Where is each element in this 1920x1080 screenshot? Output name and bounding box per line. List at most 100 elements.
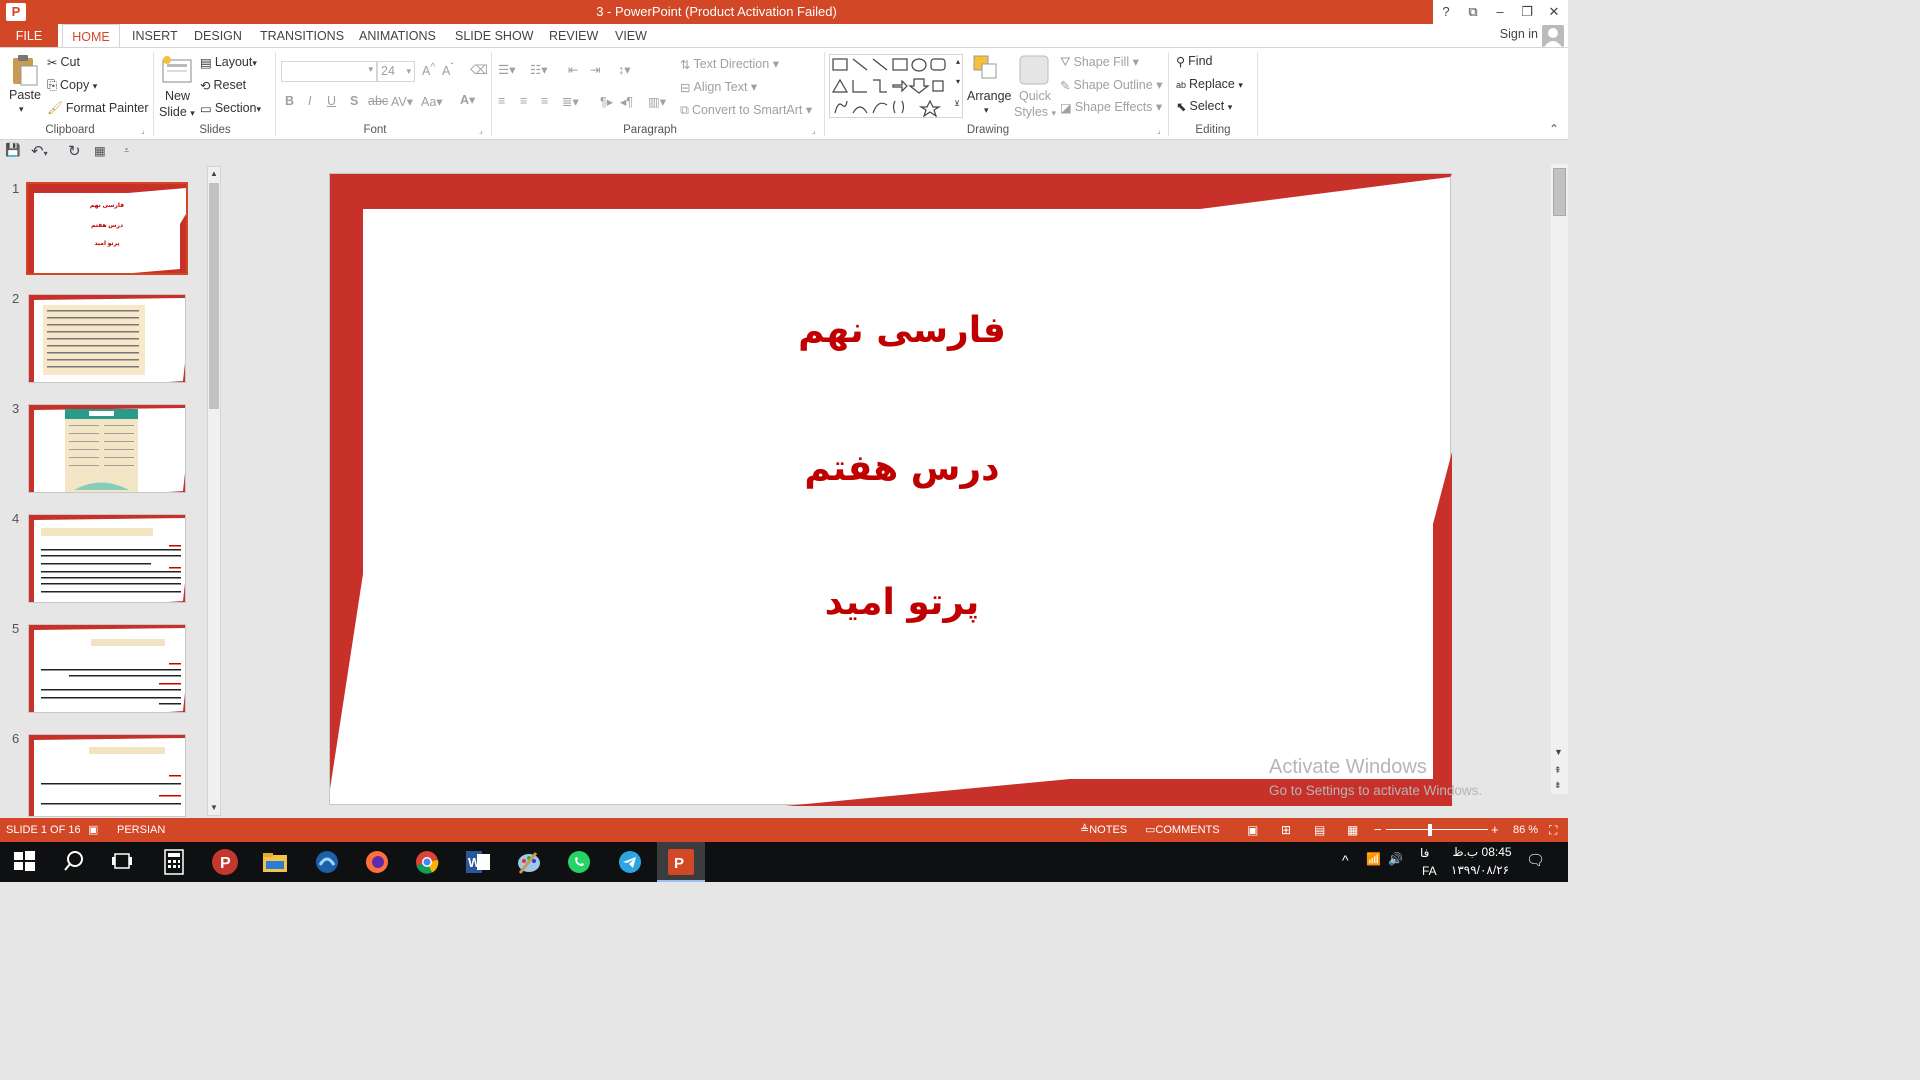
normal-view-icon[interactable]: ▣ [1247,818,1258,842]
slide-title-line-2[interactable]: درس هفتم [752,448,1052,489]
thumbnail-slide-5[interactable] [28,624,186,713]
gallery-more-icon[interactable]: ⊻ [954,99,960,108]
help-button[interactable]: ? [1433,0,1459,24]
keyboard-language-short[interactable]: فا [1420,846,1429,860]
word-icon[interactable]: W [465,849,491,875]
new-slide-dropdown-icon[interactable]: ▾ [190,108,195,118]
quick-styles-label-2[interactable]: Styles ▾ [1014,105,1056,119]
copy-button[interactable]: ⎘ Copy ▾ [47,78,97,93]
paste-label[interactable]: Paste [9,88,41,102]
tab-review[interactable]: REVIEW [541,24,606,48]
search-icon[interactable] [62,849,88,875]
font-launcher-icon[interactable]: ⌟ [479,126,483,135]
align-center-icon[interactable]: ≡ [520,94,527,108]
font-size-combo[interactable]: 24 ▾ [377,61,415,82]
font-size-dropdown-icon[interactable]: ▾ [406,62,411,81]
slideshow-view-icon[interactable]: ▦ [1347,818,1358,842]
file-explorer-icon[interactable] [262,849,288,875]
thumbnail-slide-1[interactable]: فارسی نهم درس هفتم پرتو امید [26,182,188,275]
tab-file[interactable]: FILE [0,24,58,48]
scroll-down-icon[interactable]: ▼ [208,801,220,815]
fit-to-window-icon[interactable]: ⛶ [1549,818,1557,842]
reset-button[interactable]: ⟲ Reset [200,78,246,93]
customize-qat-icon[interactable]: ⩡ [124,145,129,156]
change-case-icon[interactable]: Aa▾ [421,94,443,109]
tab-design[interactable]: DESIGN [186,24,250,48]
language-indicator[interactable]: PERSIAN [117,818,165,842]
rtl-direction-icon[interactable]: ◂¶ [620,94,633,109]
minimize-button[interactable]: – [1487,0,1513,24]
scroll-up-icon[interactable]: ▲ [208,167,220,181]
align-right-icon[interactable]: ≡ [541,94,548,108]
browser-icon[interactable] [314,849,340,875]
align-left-icon[interactable]: ≡ [498,94,505,108]
justify-icon[interactable]: ≣▾ [562,94,579,109]
clock-date[interactable]: ۱۳۹۹/۰۸/۲۶ [1450,863,1510,877]
text-shadow-icon[interactable]: S [350,94,358,108]
zoom-slider-track[interactable] [1386,829,1488,830]
shapes-gallery[interactable]: ▴ ▾ ⊻ [829,54,963,118]
calculator-icon[interactable] [162,849,188,875]
slide-title-line-1[interactable]: فارسی نهم [752,310,1052,351]
notifications-icon[interactable]: 🗨 [1526,851,1545,869]
align-text-button[interactable]: ⊟ Align Text ▾ [680,79,757,95]
thumbnail-slide-4[interactable] [28,514,186,603]
gallery-up-icon[interactable]: ▴ [956,57,960,66]
tab-insert[interactable]: INSERT [124,24,186,48]
tab-transitions[interactable]: TRANSITIONS [252,24,352,48]
increase-font-size-icon[interactable]: A^ [422,62,435,78]
clear-formatting-icon[interactable]: ⌫ [470,62,488,77]
shape-outline-button[interactable]: ✎ Shape Outline ▾ [1060,77,1162,93]
show-hidden-icons-icon[interactable]: ^ [1342,852,1349,868]
user-avatar-icon[interactable] [1542,25,1564,47]
bold-icon[interactable]: B [285,94,294,108]
taskbar-powerpoint-active[interactable]: P [657,842,705,882]
task-view-icon[interactable] [110,849,136,875]
text-direction-button[interactable]: ⇅ Text Direction ▾ [680,56,779,72]
columns-icon[interactable]: ▥▾ [648,94,666,109]
paint-icon[interactable] [516,849,542,875]
restore-button[interactable]: ❐ [1514,0,1540,24]
thumbnails-scroll-thumb[interactable] [209,183,219,409]
tab-view[interactable]: VIEW [607,24,655,48]
paste-button[interactable] [8,54,40,89]
ribbon-display-options-button[interactable]: ⧉ [1460,0,1486,24]
paragraph-launcher-icon[interactable]: ⌟ [812,126,816,135]
thumbnail-slide-3[interactable] [28,404,186,493]
strikethrough-icon[interactable]: abc [368,94,388,108]
zoom-level[interactable]: 86 % [1513,818,1538,842]
drawing-launcher-icon[interactable]: ⌟ [1157,126,1161,135]
reading-view-icon[interactable]: ▤ [1314,818,1325,842]
layout-button[interactable]: ▤ Layout▾ [200,55,257,70]
slide-scroll-thumb[interactable] [1553,168,1566,216]
zoom-slider-thumb[interactable] [1428,824,1432,836]
save-icon[interactable]: 💾 [5,143,21,158]
network-icon[interactable]: 📶 [1366,852,1381,866]
section-button[interactable]: ▭ Section▾ [200,101,261,116]
close-button[interactable]: ✕ [1541,0,1567,24]
arrange-label[interactable]: Arrange [967,89,1011,103]
scroll-down-icon[interactable]: ▼ [1554,747,1563,757]
notes-button[interactable]: ≜ NOTES [1080,818,1127,842]
tab-animations[interactable]: ANIMATIONS [351,24,444,48]
tab-slide-show[interactable]: SLIDE SHOW [447,24,542,48]
cut-button[interactable]: ✂ Cut [47,55,80,70]
tab-home[interactable]: HOME [62,24,120,48]
slide-sorter-icon[interactable]: ⊞ [1281,818,1291,842]
volume-icon[interactable]: 🔊 [1388,852,1403,866]
italic-icon[interactable]: I [308,94,311,108]
firefox-icon[interactable] [364,849,390,875]
shape-effects-button[interactable]: ◪ Shape Effects ▾ [1060,99,1162,115]
find-button[interactable]: ⚲ Find [1176,54,1212,69]
ltr-direction-icon[interactable]: ¶▸ [600,94,613,109]
sign-in-link[interactable]: Sign in [1500,27,1538,41]
clock-time[interactable]: 08:45 ب.ظ [1452,845,1512,859]
telegram-icon[interactable] [617,849,643,875]
format-painter-button[interactable]: 🖌 Format Painter [47,101,149,116]
font-family-dropdown-icon[interactable]: ▾ [368,64,373,75]
font-family-combo[interactable]: ▾ [281,61,377,82]
select-button[interactable]: ⬉ Select ▾ [1176,99,1232,114]
start-slideshow-icon[interactable]: ▦ [94,143,106,158]
zoom-out-icon[interactable]: − [1374,818,1382,842]
quick-styles-button[interactable] [1018,54,1050,89]
